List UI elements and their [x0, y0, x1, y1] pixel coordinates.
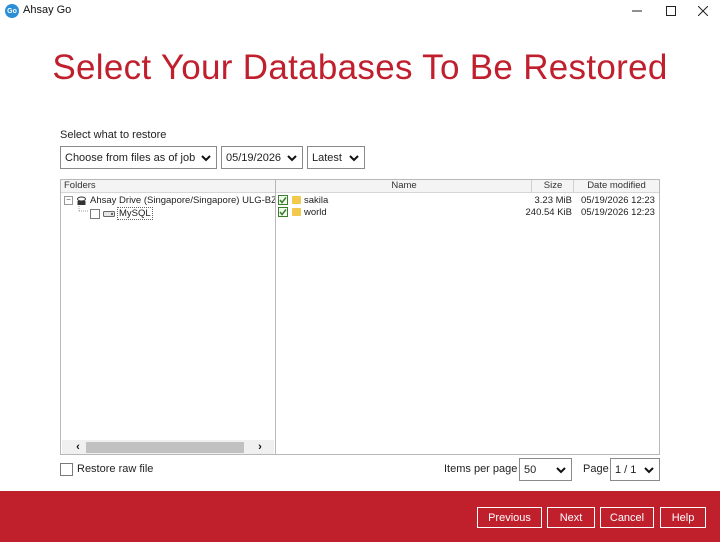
page-label: Page: [583, 463, 609, 475]
chevron-down-icon: [287, 155, 297, 162]
maximize-button[interactable]: [654, 0, 688, 22]
maximize-icon: [666, 6, 676, 16]
restore-raw-file-label: Restore raw file: [77, 463, 154, 475]
row-checkbox[interactable]: [278, 195, 288, 205]
checkmark-icon: [279, 197, 287, 204]
next-button[interactable]: Next: [547, 507, 595, 528]
help-button[interactable]: Help: [660, 507, 706, 528]
tree-horizontal-scrollbar[interactable]: ‹ ›: [62, 440, 274, 454]
items-per-page-value: 50: [524, 463, 537, 476]
version-select[interactable]: Latest: [307, 146, 365, 169]
folder-icon: [292, 196, 301, 204]
items-per-page-select[interactable]: 50: [519, 458, 572, 481]
row-name: world: [304, 207, 327, 218]
minimize-icon: [632, 10, 642, 12]
page-select[interactable]: 1 / 1: [610, 458, 660, 481]
title-bar: Go Ahsay Go: [0, 0, 720, 22]
scroll-left-icon[interactable]: ‹: [71, 441, 85, 453]
chevron-down-icon: [349, 155, 359, 162]
cloud-drive-icon: [77, 196, 86, 205]
column-header-name[interactable]: Name: [276, 180, 532, 193]
collapse-toggle[interactable]: −: [64, 196, 73, 205]
tree-item-mysql[interactable]: MySQL: [90, 207, 153, 220]
chevron-down-icon: [644, 467, 654, 474]
restore-raw-file-checkbox[interactable]: [60, 463, 73, 476]
chevron-down-icon: [201, 155, 211, 162]
minimize-button[interactable]: [620, 0, 654, 22]
file-list-panel: Name Size Date modified sakila 3.23 MiB …: [275, 179, 660, 455]
row-date-modified: 05/19/2026 12:23: [581, 207, 655, 218]
window-title: Ahsay Go: [23, 4, 72, 16]
tree-connector: [78, 206, 89, 212]
date-select[interactable]: 05/19/2026: [221, 146, 303, 169]
checkmark-icon: [279, 209, 287, 216]
cancel-button[interactable]: Cancel: [600, 507, 654, 528]
page-value: 1 / 1: [615, 463, 637, 476]
restore-mode-value: Choose from files as of job: [65, 151, 196, 164]
date-value: 05/19/2026: [226, 151, 282, 164]
close-button[interactable]: [686, 0, 720, 22]
folder-icon: [292, 208, 301, 216]
previous-button[interactable]: Previous: [477, 507, 542, 528]
tree-mysql-label: MySQL: [117, 207, 153, 220]
column-header-size[interactable]: Size: [532, 180, 574, 193]
column-header-date-modified[interactable]: Date modified: [574, 180, 659, 193]
restore-mode-select[interactable]: Choose from files as of job: [60, 146, 217, 169]
tree-root-label: Ahsay Drive (Singapore/Singapore) ULG-BZ…: [90, 195, 276, 206]
row-size: 240.54 KiB: [525, 207, 572, 218]
scrollbar-thumb[interactable]: [86, 442, 244, 453]
items-per-page-label: Items per page: [444, 463, 518, 475]
table-row[interactable]: world 240.54 KiB 05/19/2026 12:23: [276, 206, 659, 219]
version-value: Latest: [312, 151, 342, 164]
scroll-right-icon[interactable]: ›: [253, 441, 267, 453]
page-title: Select Your Databases To Be Restored: [52, 48, 668, 87]
mysql-checkbox[interactable]: [90, 208, 100, 219]
database-icon: [103, 211, 115, 217]
folder-tree-panel: Folders − Ahsay Drive (Singapore/Singapo…: [60, 179, 276, 455]
folders-header: Folders: [61, 180, 275, 193]
select-what-label: Select what to restore: [60, 129, 167, 141]
app-logo-icon: Go: [5, 4, 19, 18]
row-checkbox[interactable]: [278, 207, 288, 217]
close-icon: [698, 6, 708, 16]
chevron-down-icon: [556, 467, 566, 474]
tree-item-root[interactable]: − Ahsay Drive (Singapore/Singapore) ULG-…: [64, 194, 276, 207]
